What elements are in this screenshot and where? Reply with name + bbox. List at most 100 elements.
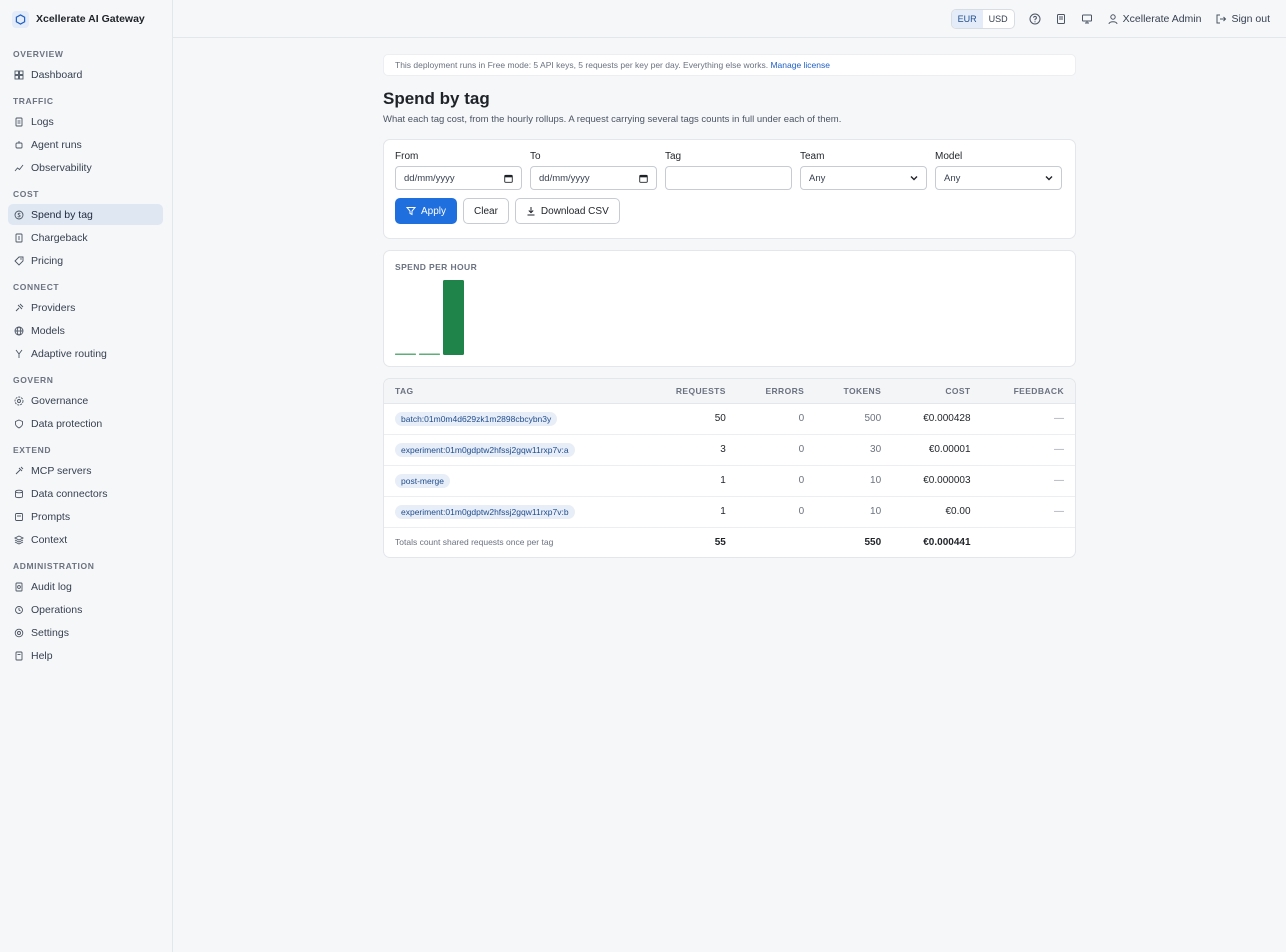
tag-label: Tag	[665, 151, 682, 162]
currency-usd-option[interactable]: USD	[983, 10, 1014, 28]
sidebar-item-models[interactable]: Models	[8, 320, 163, 341]
model-select-value: Any	[944, 172, 961, 184]
monitor-icon[interactable]	[1081, 13, 1093, 25]
col-feedback-header[interactable]: FEEDBACK	[981, 379, 1075, 404]
from-date-input[interactable]: dd/mm/yyyy	[395, 166, 522, 190]
sidebar-item-agent-runs[interactable]: Agent runs	[8, 134, 163, 155]
sidebar-item-governance[interactable]: Governance	[8, 390, 163, 411]
chart-bar-2[interactable]	[443, 280, 464, 355]
table-header-row: TAG REQUESTS ERRORS TOKENS COST FEEDBACK	[384, 379, 1075, 404]
to-date-input[interactable]: dd/mm/yyyy	[530, 166, 657, 190]
sidebar-item-label: Logs	[31, 115, 54, 128]
to-date-placeholder: dd/mm/yyyy	[539, 172, 590, 184]
tag-cell: experiment:01m0gdptw2hfssj2gqw11rxp7v:a	[384, 434, 644, 466]
feedback-cell: —	[981, 465, 1075, 497]
sidebar-item-data-connectors[interactable]: Data connectors	[8, 483, 163, 504]
calendar-icon[interactable]	[639, 174, 648, 183]
sidebar-item-context[interactable]: Context	[8, 529, 163, 550]
sidebar-item-label: Spend by tag	[31, 208, 93, 221]
sidebar-item-settings[interactable]: Settings	[8, 622, 163, 643]
settings-icon	[14, 628, 24, 638]
sidebar-item-label: Observability	[31, 161, 92, 174]
tag-cell: batch:01m0m4d629zk1m2898cbcybn3y	[384, 403, 644, 435]
currency-eur-option[interactable]: EUR	[951, 9, 983, 28]
sidebar-item-label: Adaptive routing	[31, 347, 107, 360]
sidebar-item-chargeback[interactable]: Chargeback	[8, 227, 163, 248]
team-select[interactable]: Any	[800, 166, 927, 190]
sidebar-item-spend-by-tag[interactable]: Spend by tag	[8, 204, 163, 225]
spend-per-hour-chart	[395, 280, 464, 356]
chart-bar-1[interactable]	[419, 353, 440, 356]
operations-icon	[14, 605, 24, 615]
tag-pill[interactable]: experiment:01m0gdptw2hfssj2gqw11rxp7v:b	[395, 504, 575, 519]
nav-heading: ADMINISTRATION	[13, 561, 95, 571]
apply-button[interactable]: Apply	[395, 198, 458, 224]
sidebar-item-adaptive-routing[interactable]: Adaptive routing	[8, 343, 163, 364]
tag-cell: experiment:01m0gdptw2hfssj2gqw11rxp7v:b	[384, 496, 644, 528]
calendar-icon[interactable]	[504, 174, 513, 183]
chargeback-icon	[14, 233, 24, 243]
sidebar-item-label: Models	[31, 324, 65, 337]
tag-pill[interactable]: batch:01m0m4d629zk1m2898cbcybn3y	[395, 411, 558, 426]
page-subtitle: What each tag cost, from the hourly roll…	[383, 114, 842, 125]
sidebar-item-prompts[interactable]: Prompts	[8, 506, 163, 527]
col-tag-header[interactable]: TAG	[384, 379, 644, 404]
table-row[interactable]: post-merge 1 0 10 €0.000003—	[384, 465, 1075, 497]
download-csv-button[interactable]: Download CSV	[514, 198, 620, 224]
model-select[interactable]: Any	[935, 166, 1062, 190]
from-date-placeholder: dd/mm/yyyy	[404, 172, 455, 184]
sign-out-link[interactable]: Sign out	[1215, 13, 1270, 25]
sidebar-item-providers[interactable]: Providers	[8, 297, 163, 318]
docs-book-icon[interactable]	[1055, 13, 1067, 25]
col-requests-header[interactable]: REQUESTS	[644, 379, 737, 404]
chart-bar-0[interactable]	[395, 353, 416, 356]
spend-table-card: TAG REQUESTS ERRORS TOKENS COST FEEDBACK…	[383, 378, 1076, 558]
col-errors-header[interactable]: ERRORS	[736, 379, 816, 404]
requests-cell: 1	[644, 496, 737, 528]
nav-heading: COST	[13, 189, 40, 199]
tag-input[interactable]	[665, 166, 792, 190]
col-tokens-header[interactable]: TOKENS	[815, 379, 893, 404]
providers-icon	[14, 303, 24, 313]
spend-icon	[14, 210, 24, 220]
clear-button[interactable]: Clear	[463, 198, 509, 224]
table-row[interactable]: batch:01m0m4d629zk1m2898cbcybn3y 50 0 500 €0…	[384, 403, 1075, 435]
totals-row: Totals count shared requests once per ta…	[384, 527, 1075, 557]
sidebar-item-dashboard[interactable]: Dashboard	[8, 64, 163, 85]
manage-license-link[interactable]: Manage license	[770, 60, 830, 70]
sidebar-item-data-protection[interactable]: Data protection	[8, 413, 163, 434]
feedback-cell: —	[981, 434, 1075, 466]
col-cost-header[interactable]: COST	[892, 379, 982, 404]
sign-out-icon	[1215, 13, 1227, 25]
table-row[interactable]: experiment:01m0gdptw2hfssj2gqw11rxp7v:b 1…	[384, 496, 1075, 528]
sidebar-item-observability[interactable]: Observability	[8, 157, 163, 178]
model-label: Model	[935, 151, 963, 162]
models-icon	[14, 326, 24, 336]
table-row[interactable]: experiment:01m0gdptw2hfssj2gqw11rxp7v:a 3…	[384, 434, 1075, 466]
user-menu[interactable]: Xcellerate Admin	[1107, 13, 1201, 25]
totals-errors	[737, 527, 815, 557]
sidebar: Xcellerate AI Gateway OVERVIEW Dashboard T…	[0, 0, 173, 952]
brand[interactable]: Xcellerate AI Gateway	[0, 0, 172, 38]
sidebar-item-label: Operations	[31, 603, 83, 616]
sidebar-item-pricing[interactable]: Pricing	[8, 250, 163, 271]
team-select-value: Any	[809, 172, 826, 184]
to-field: To dd/mm/yyyy	[530, 151, 657, 190]
tag-pill[interactable]: experiment:01m0gdptw2hfssj2gqw11rxp7v:a	[395, 442, 575, 457]
cost-cell: €0.000003	[892, 465, 982, 497]
from-field: From dd/mm/yyyy	[395, 151, 522, 190]
sidebar-item-logs[interactable]: Logs	[8, 111, 163, 132]
nav-heading: TRAFFIC	[13, 96, 54, 106]
sidebar-item-audit-log[interactable]: Audit log	[8, 576, 163, 597]
tag-pill[interactable]: post-merge	[395, 473, 450, 488]
banner-text: This deployment runs in Free mode: 5 API…	[395, 60, 769, 70]
agent-icon	[14, 140, 24, 150]
requests-cell: 1	[644, 465, 737, 497]
sidebar-item-operations[interactable]: Operations	[8, 599, 163, 620]
sidebar-item-mcp-servers[interactable]: MCP servers	[8, 460, 163, 481]
tokens-cell: 10	[815, 465, 893, 497]
nav-heading: CONNECT	[13, 282, 60, 292]
nav-heading: OVERVIEW	[13, 49, 64, 59]
help-circle-icon[interactable]	[1029, 13, 1041, 25]
sidebar-item-help[interactable]: Help	[8, 645, 163, 666]
